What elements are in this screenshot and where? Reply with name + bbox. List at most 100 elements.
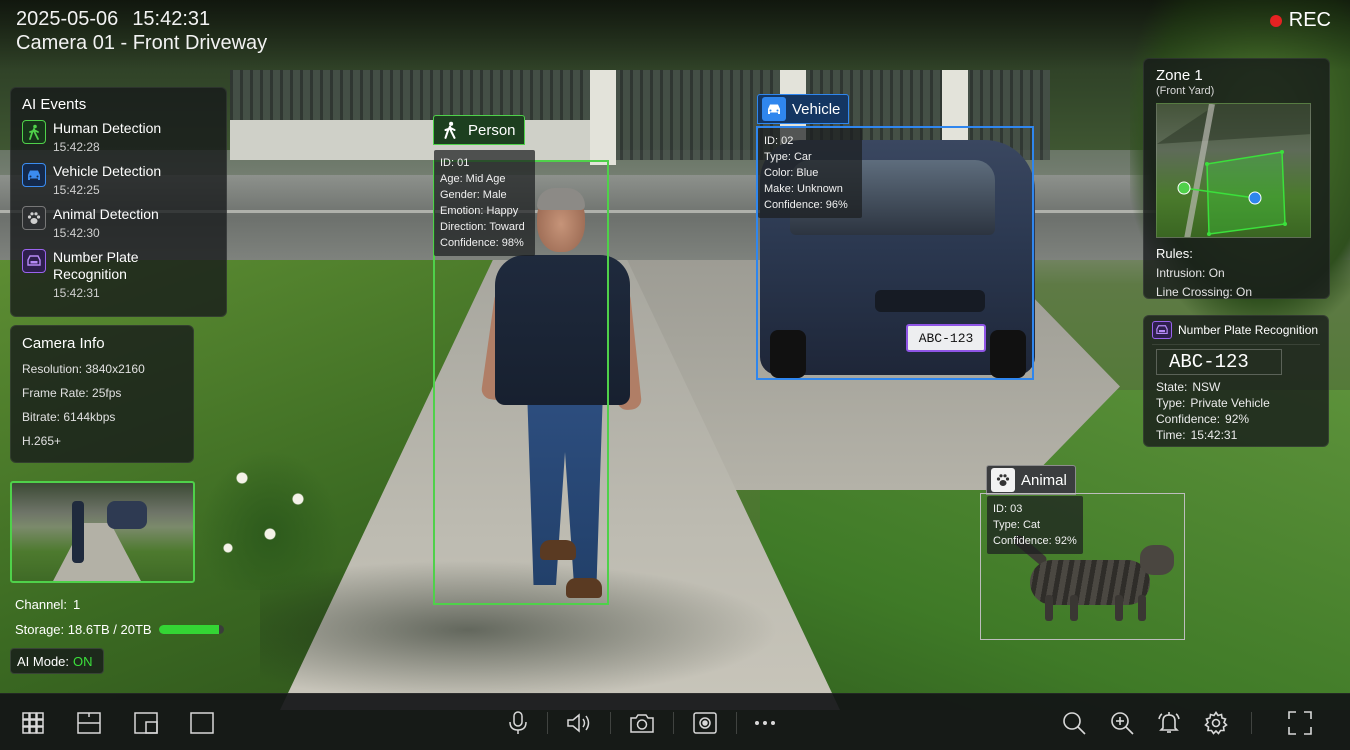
snapshot-camera-icon[interactable]	[629, 710, 655, 736]
bottom-toolbar	[0, 693, 1350, 750]
storage-label: Storage:	[15, 622, 65, 637]
npr-time-label: Time:	[1156, 428, 1186, 442]
time-text: 15:42:31	[132, 8, 211, 30]
paw-icon	[991, 468, 1015, 492]
bitrate-text: Bitrate: 6144kbps	[22, 410, 116, 424]
npr-plate-number: ABC-123	[1156, 349, 1282, 375]
storage-value: 18.6TB / 20TB	[67, 622, 152, 637]
car-icon	[762, 97, 786, 121]
datetime: 2025-05-06 15:42:31	[16, 7, 267, 31]
channel-label: Channel:	[15, 597, 68, 612]
event-label: Number Plate Recognition	[53, 249, 139, 282]
animal-id: ID: 03	[993, 503, 1023, 515]
thumbnail-car	[107, 501, 147, 529]
vehicle-color: Color: Blue	[764, 167, 819, 179]
vehicle-info: ID: 02 Type: Car Color: Blue Make: Unkno…	[758, 128, 862, 218]
alarm-bell-icon[interactable]	[1156, 710, 1182, 736]
storage-bar	[158, 625, 224, 634]
vehicle-make: Make: Unknown	[764, 183, 843, 195]
npr-state-label: State:	[1156, 380, 1188, 394]
animal-type: Type: Cat	[993, 519, 1041, 531]
number-plate-panel: Number Plate Recognition ABC-123 State: N…	[1143, 315, 1329, 447]
garden-wall	[230, 120, 610, 160]
ai-mode-label: AI Mode:	[17, 654, 70, 669]
vehicle-detection-tag[interactable]: Vehicle	[757, 94, 850, 124]
more-icon[interactable]	[752, 710, 778, 736]
zoom-in-icon[interactable]	[1109, 710, 1135, 736]
event-animal-detection[interactable]: Animal Detection 15:42:30	[22, 206, 215, 240]
record-icon[interactable]	[692, 710, 718, 736]
microphone-icon[interactable]	[505, 710, 531, 736]
speaker-icon[interactable]	[566, 710, 592, 736]
ai-events-title: AI Events	[22, 96, 87, 113]
line-crossing-rule: Line Crossing: On	[1156, 285, 1253, 299]
settings-gear-icon[interactable]	[1203, 710, 1229, 736]
zone-map-graphic	[1157, 104, 1310, 237]
toolbar-separator	[736, 712, 737, 734]
plate-icon	[22, 249, 46, 273]
npr-state: State: NSW	[1152, 379, 1320, 395]
npr-title: Number Plate Recognition	[1178, 323, 1319, 337]
npr-time-value: 15:42:31	[1190, 428, 1238, 442]
person-gender: Gender: Male	[440, 189, 507, 201]
picture-in-picture-icon[interactable]	[133, 710, 159, 736]
npr-state-value: NSW	[1192, 380, 1221, 394]
intrusion-rule: Intrusion: On	[1156, 266, 1225, 280]
resolution-text: Resolution: 3840x2160	[22, 362, 145, 376]
ai-mode-value: ON	[73, 654, 93, 669]
person-age: Age: Mid Age	[440, 173, 506, 185]
person-walking-icon	[438, 118, 462, 142]
event-number-plate-recognition[interactable]: Number Plate Recognition 15:42:31	[22, 249, 215, 300]
fence-post	[590, 70, 616, 165]
person-tag-label: Person	[468, 121, 516, 139]
split-horizontal-icon[interactable]	[76, 710, 102, 736]
ai-events-panel: AI Events Human Detection 15:42:28 Vehic…	[10, 87, 227, 317]
event-time: 15:42:31	[53, 286, 100, 300]
zone-map[interactable]	[1156, 103, 1311, 238]
toolbar-separator	[547, 712, 548, 734]
npr-confidence: Confidence: 92%	[1152, 411, 1320, 427]
toolbar-separator	[1251, 712, 1252, 734]
codec-text: H.265+	[22, 434, 62, 448]
ai-mode-toggle[interactable]: AI Mode: ON	[10, 648, 104, 674]
animal-detection-tag[interactable]: Animal	[986, 465, 1076, 495]
timestamp-block: 2025-05-06 15:42:31 Camera 01 - Front Dri…	[16, 7, 267, 55]
event-time: 15:42:28	[53, 140, 100, 154]
storage-bar-fill	[158, 625, 220, 634]
event-label: Vehicle Detection	[53, 163, 162, 179]
person-walking-icon	[22, 120, 46, 144]
grid-4-icon[interactable]	[20, 710, 46, 736]
channel-thumbnail[interactable]	[10, 481, 195, 583]
channel-value: 1	[73, 597, 81, 612]
car-icon	[22, 163, 46, 187]
storage-indicator: Storage: 18.6TB / 20TB	[15, 622, 224, 637]
zone-panel: Zone 1 (Front Yard) Rules: Intrusion: On…	[1143, 58, 1330, 299]
person-detection-tag[interactable]: Person	[433, 115, 525, 145]
frame-rate-text: Frame Rate: 25fps	[22, 386, 122, 400]
single-view-icon[interactable]	[189, 710, 215, 736]
zone-rules-title: Rules:	[1156, 246, 1193, 261]
toolbar-separator	[673, 712, 674, 734]
search-icon[interactable]	[1061, 710, 1087, 736]
animal-tag-label: Animal	[1021, 471, 1067, 489]
date-text: 2025-05-06	[16, 8, 119, 30]
vehicle-tag-label: Vehicle	[792, 100, 841, 118]
npr-type-label: Type:	[1156, 396, 1186, 410]
event-human-detection[interactable]: Human Detection 15:42:28	[22, 120, 215, 154]
license-plate-highlight[interactable]: ABC-123	[906, 324, 986, 352]
camera-info-title: Camera Info	[22, 335, 105, 352]
event-label: Human Detection	[53, 120, 162, 136]
person-emotion: Emotion: Happy	[440, 205, 519, 217]
rec-dot-icon	[1269, 14, 1282, 27]
fullscreen-icon[interactable]	[1287, 710, 1313, 736]
npr-time: Time: 15:42:31	[1152, 427, 1320, 443]
event-vehicle-detection[interactable]: Vehicle Detection 15:42:25	[22, 163, 215, 197]
npr-type: Type: Private Vehicle	[1152, 395, 1320, 411]
event-time: 15:42:30	[53, 226, 100, 240]
animal-confidence: Confidence: 92%	[993, 535, 1077, 547]
vehicle-type: Type: Car	[764, 151, 812, 163]
camera-title: Camera 01 - Front Driveway	[16, 32, 268, 54]
event-time: 15:42:25	[53, 183, 100, 197]
event-label: Animal Detection	[53, 206, 159, 222]
zone-title: Zone 1	[1156, 67, 1203, 84]
